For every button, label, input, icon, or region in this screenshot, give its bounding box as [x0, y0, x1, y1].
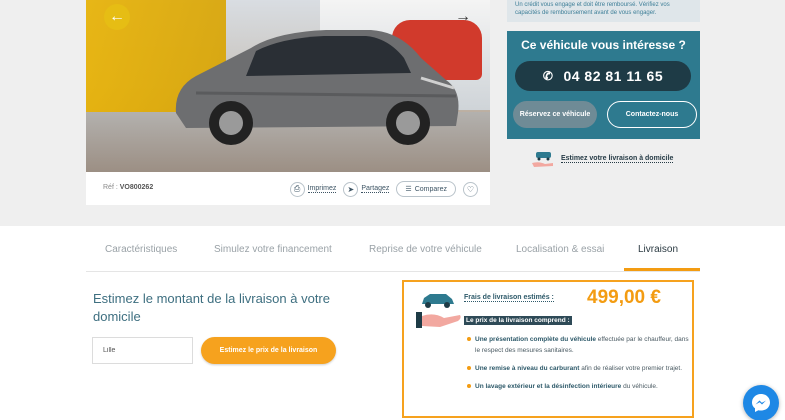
estimate-price-button[interactable]: Estimez le prix de la livraison	[201, 337, 336, 364]
vehicle-card: ← → Réf : VO800262 ⎙ Imprimez ➤ Partagez…	[86, 0, 490, 205]
list-item: Un lavage extérieur et la désinfection i…	[467, 381, 692, 392]
list-item: Une présentation complète du véhicule ef…	[467, 334, 692, 356]
contact-us-button[interactable]: Contactez-nous	[607, 101, 697, 128]
tab-location[interactable]: Localisation & essai	[516, 244, 604, 255]
delivery-estimate-title: Estimez le montant de la livraison à vot…	[93, 291, 330, 324]
list-item: Une remise à niveau du carburant afin de…	[467, 363, 692, 374]
vehicle-photo[interactable]: ← →	[86, 0, 490, 172]
compare-icon: ☰	[405, 186, 412, 193]
contact-panel-title: Ce véhicule vous intéresse ?	[521, 38, 686, 52]
vehicle-actions: ⎙ Imprimez ➤ Partagez ☰ Comparez ♡	[289, 181, 478, 197]
tab-characteristics[interactable]: Caractéristiques	[105, 244, 177, 255]
tab-trade-in[interactable]: Reprise de votre véhicule	[369, 244, 482, 255]
share-icon: ➤	[343, 181, 359, 197]
next-photo-button[interactable]: →	[450, 4, 476, 30]
delivery-fees-box: Frais de livraison estimés : 499,00 € Le…	[402, 280, 694, 418]
delivery-fee-price: 499,00 €	[587, 287, 661, 308]
print-icon: ⎙	[289, 181, 305, 197]
favorite-heart-icon[interactable]: ♡	[463, 181, 478, 197]
messenger-icon	[752, 394, 770, 412]
car-image	[175, 30, 459, 145]
delivery-includes-list: Une présentation complète du véhicule ef…	[467, 334, 692, 399]
reserve-vehicle-button[interactable]: Réservez ce véhicule	[513, 101, 597, 128]
active-tab-indicator	[624, 268, 700, 271]
previous-photo-button[interactable]: ←	[104, 4, 130, 30]
credit-disclaimer: Un crédit vous engage et doit être rembo…	[507, 0, 700, 22]
delivery-includes-label: Le prix de la livraison comprend :	[464, 316, 572, 325]
tab-delivery[interactable]: Livraison	[638, 244, 678, 255]
contact-panel: Ce véhicule vous intéresse ? ✆ 04 82 81 …	[507, 31, 700, 139]
messenger-chat-button[interactable]	[743, 385, 779, 420]
phone-button[interactable]: ✆ 04 82 81 11 65	[515, 61, 691, 91]
delivery-hand-car-icon	[532, 152, 553, 167]
city-input[interactable]	[92, 337, 193, 364]
delivery-estimate-link[interactable]: Estimez votre livraison à domicile	[531, 150, 674, 168]
vehicle-reference: Réf : VO800262	[103, 184, 154, 191]
phone-icon: ✆	[542, 69, 554, 83]
vehicle-tabs: Caractéristiques Simulez votre financeme…	[86, 236, 700, 272]
share-button[interactable]: ➤ Partagez	[343, 181, 390, 197]
tab-financing[interactable]: Simulez votre financement	[214, 244, 332, 255]
delivery-fee-label: Frais de livraison estimés :	[464, 294, 554, 302]
print-button[interactable]: ⎙ Imprimez	[289, 181, 337, 197]
compare-button[interactable]: ☰ Comparez	[396, 181, 456, 197]
hand-car-icon	[416, 294, 461, 328]
